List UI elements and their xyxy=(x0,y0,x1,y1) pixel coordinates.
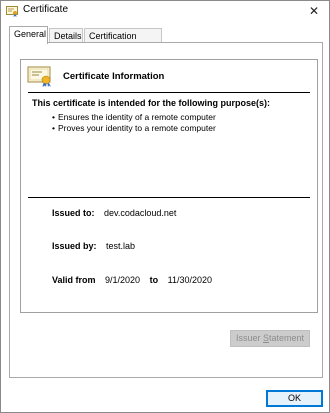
divider-top xyxy=(28,92,310,93)
issuer-statement-button[interactable]: Issuer Statement xyxy=(230,330,310,347)
tab-strip: General Details Certification Path xyxy=(9,26,323,55)
purpose-list: Ensures the identity of a remote compute… xyxy=(52,112,216,134)
title-bar[interactable]: Certificate ✕ xyxy=(1,1,329,21)
certificate-icon xyxy=(6,6,18,17)
issued-to-row: Issued to: dev.codacloud.net xyxy=(52,208,176,218)
list-item: Ensures the identity of a remote compute… xyxy=(52,112,216,123)
valid-to-value: 11/30/2020 xyxy=(167,275,212,285)
valid-to-label: to xyxy=(149,275,159,285)
issued-by-label: Issued by: xyxy=(52,241,97,251)
window-title: Certificate xyxy=(23,4,69,15)
list-item: Proves your identity to a remote compute… xyxy=(52,123,216,134)
purpose-heading: This certificate is intended for the fol… xyxy=(32,98,271,108)
issued-to-label: Issued to: xyxy=(52,208,95,218)
certificate-dialog: Certificate ✕ General Details Certificat… xyxy=(0,0,330,413)
issued-to-value: dev.codacloud.net xyxy=(104,208,177,218)
valid-from-value: 9/1/2020 xyxy=(105,275,141,285)
ok-button[interactable]: OK xyxy=(266,390,323,407)
certificate-icon xyxy=(27,66,51,87)
tab-details[interactable]: Details xyxy=(49,28,83,43)
close-icon[interactable]: ✕ xyxy=(305,3,323,19)
issued-by-value: test.lab xyxy=(106,241,136,251)
valid-from-label: Valid from xyxy=(52,275,96,285)
issued-by-row: Issued by: test.lab xyxy=(52,241,135,251)
tab-certification-path[interactable]: Certification Path xyxy=(84,28,162,55)
issuer-statement-label-suffix: tatement xyxy=(269,333,305,343)
issuer-statement-label-prefix: Issuer xyxy=(235,333,263,343)
divider-bottom xyxy=(28,197,310,198)
validity-row: Valid from 9/1/2020 to 11/30/2020 xyxy=(52,275,212,285)
certificate-information-heading: Certificate Information xyxy=(63,71,165,82)
tab-general[interactable]: General xyxy=(9,26,48,44)
